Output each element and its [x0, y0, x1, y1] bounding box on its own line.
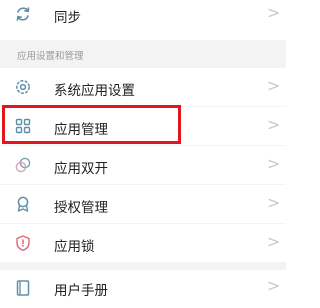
settings-row-sync[interactable]: 同步 > — [0, 0, 286, 33]
sync-label: 同步 — [54, 10, 81, 26]
settings-row-system-app-settings[interactable]: 系统应用设置 > — [0, 68, 286, 106]
chevron-right-icon: > — [267, 276, 281, 295]
manual-book-icon — [16, 280, 30, 296]
settings-row-app-lock[interactable]: 应用锁 > — [0, 224, 286, 262]
sync-icon — [16, 7, 30, 21]
app-lock-shield-icon — [16, 235, 30, 251]
user-manual-label: 用户手册 — [54, 283, 108, 299]
chevron-right-icon: > — [267, 154, 281, 173]
settings-row-user-manual[interactable]: 用户手册 > — [0, 270, 286, 308]
authorization-label: 授权管理 — [54, 200, 108, 216]
section-gap — [0, 262, 286, 270]
system-app-settings-label: 系统应用设置 — [54, 83, 135, 99]
chevron-right-icon: > — [267, 76, 281, 95]
section-header: 应用设置和管理 — [0, 40, 286, 68]
dual-apps-label: 应用双开 — [54, 161, 108, 177]
chevron-right-icon: > — [267, 232, 281, 251]
chevron-right-icon: > — [267, 115, 281, 134]
app-lock-label: 应用锁 — [54, 239, 95, 255]
authorization-badge-icon — [17, 196, 29, 212]
chevron-right-icon: > — [267, 193, 281, 212]
highlight-box — [2, 105, 181, 144]
dual-apps-icon — [15, 157, 31, 173]
settings-gear-icon — [16, 80, 30, 94]
settings-row-dual-apps[interactable]: 应用双开 > — [0, 146, 286, 184]
settings-row-authorization[interactable]: 授权管理 > — [0, 185, 286, 223]
section-title: 应用设置和管理 — [17, 51, 84, 62]
chevron-right-icon: > — [267, 3, 281, 22]
